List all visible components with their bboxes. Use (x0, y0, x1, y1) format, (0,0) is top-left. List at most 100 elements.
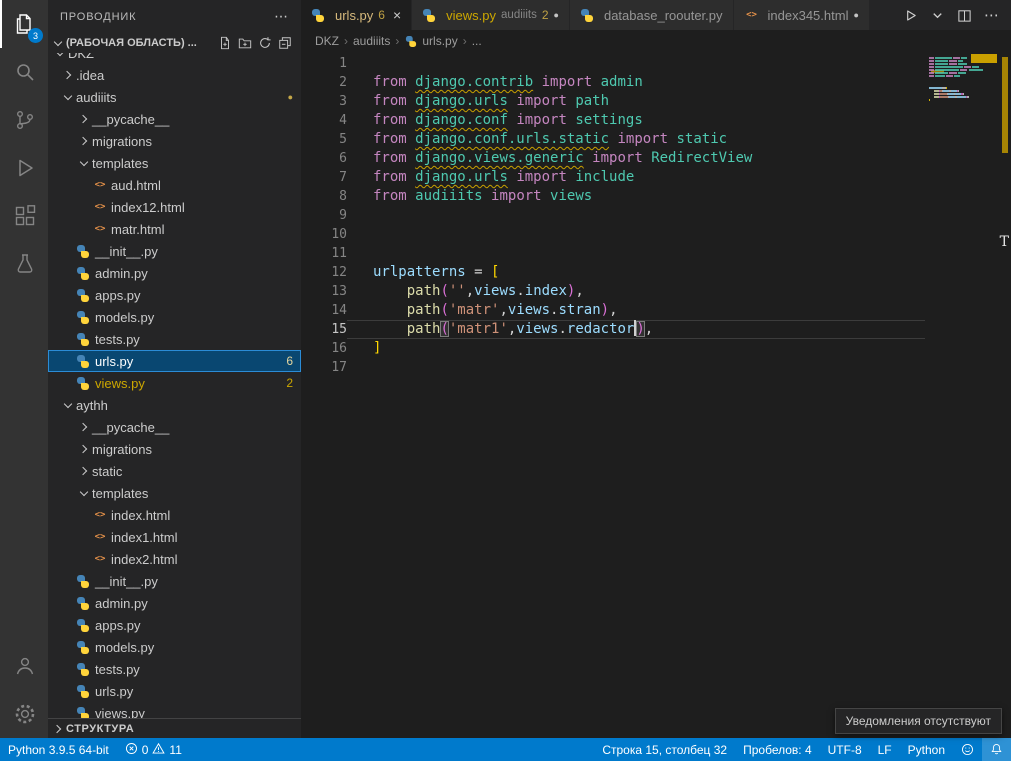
code-line[interactable]: 16] (301, 339, 1011, 358)
tree-item-urls-py[interactable]: urls.py (48, 680, 301, 702)
code-line[interactable]: 5from django.conf.urls.static import sta… (301, 130, 1011, 149)
tree-item-audiiits[interactable]: audiiits● (48, 86, 301, 108)
tree-item--init-py[interactable]: __init__.py (48, 570, 301, 592)
code-line[interactable]: 2from django.contrib import admin (301, 73, 1011, 92)
tree-item-templates[interactable]: templates (48, 482, 301, 504)
tree-item-models-py[interactable]: models.py (48, 306, 301, 328)
tree-item-views-py[interactable]: views.py2 (48, 372, 301, 394)
new-file-icon[interactable] (216, 35, 233, 52)
tree-item-aud-html[interactable]: <>aud.html (48, 174, 301, 196)
outline-section-header[interactable]: СТРУКТУРА (48, 718, 301, 738)
activity-bar-source-control-icon[interactable] (0, 96, 48, 144)
code-line[interactable]: 15 path('matr1',views.redactor), (301, 320, 1011, 339)
code-line[interactable]: 3from django.urls import path (301, 92, 1011, 111)
tree-item-index12-html[interactable]: <>index12.html (48, 196, 301, 218)
notifications-bell-icon[interactable] (982, 738, 1011, 761)
code-line[interactable]: 12urlpatterns = [ (301, 263, 1011, 282)
tree-item-admin-py[interactable]: admin.py (48, 592, 301, 614)
activity-bar-run-and-debug-icon[interactable] (0, 144, 48, 192)
tree-item-urls-py[interactable]: urls.py6 (48, 350, 301, 372)
tree-item-matr-html[interactable]: <>matr.html (48, 218, 301, 240)
minimap[interactable] (929, 54, 997, 105)
tree-item-models-py[interactable]: models.py (48, 636, 301, 658)
run-dropdown-icon[interactable] (930, 8, 945, 23)
activity-bar-extensions-icon[interactable] (0, 192, 48, 240)
tree-item-tests-py[interactable]: tests.py (48, 658, 301, 680)
feedback-smiley-icon[interactable] (953, 738, 982, 761)
tree-item-index1-html[interactable]: <>index1.html (48, 526, 301, 548)
code-token (407, 74, 415, 90)
new-folder-icon[interactable] (236, 35, 253, 52)
tree-item-aythh[interactable]: aythh (48, 394, 301, 416)
line-number: 7 (301, 168, 347, 187)
editor-more-actions-icon[interactable]: ⋯ (984, 6, 999, 24)
breadcrumb-item[interactable]: audiiits (353, 34, 390, 48)
sidebar-more-actions-icon[interactable]: ⋯ (274, 8, 289, 25)
language-mode-indicator[interactable]: Python (900, 738, 953, 761)
tree-item-dkz[interactable]: DKZ (48, 53, 301, 64)
eol-indicator[interactable]: LF (870, 738, 900, 761)
editor-tab-index345-html[interactable]: <>index345.html● (734, 0, 870, 30)
activity-bar-explorer-icon[interactable]: 3 (0, 0, 48, 48)
cursor-position-indicator[interactable]: Строка 15, столбец 32 (594, 738, 735, 761)
editor-tab-urls-py[interactable]: urls.py6× (301, 0, 412, 30)
encoding-indicator[interactable]: UTF-8 (820, 738, 870, 761)
activity-bar-testing-icon[interactable] (0, 240, 48, 288)
workspace-section-header[interactable]: (РАБОЧАЯ ОБЛАСТЬ) ... (48, 33, 301, 53)
tree-item-apps-py[interactable]: apps.py (48, 614, 301, 636)
activity-bar-search-icon[interactable] (0, 48, 48, 96)
tree-item--pycache-[interactable]: __pycache__ (48, 416, 301, 438)
tree-item-admin-py[interactable]: admin.py (48, 262, 301, 284)
code-line[interactable]: 9 (301, 206, 1011, 225)
refresh-explorer-icon[interactable] (256, 35, 273, 52)
close-icon[interactable]: × (393, 7, 401, 23)
split-editor-button-icon[interactable] (957, 8, 972, 23)
run-button-icon[interactable] (903, 8, 918, 23)
tree-item--pycache-[interactable]: __pycache__ (48, 108, 301, 130)
tree-item-static[interactable]: static (48, 460, 301, 482)
code-line[interactable]: 13 path('',views.index), (301, 282, 1011, 301)
line-content: path('matr1',views.redactor), (347, 320, 925, 339)
breadcrumb-item[interactable]: urls.py (404, 34, 457, 48)
indentation-indicator[interactable]: Пробелов: 4 (735, 738, 820, 761)
python-file-icon (311, 9, 325, 22)
breadcrumb-item[interactable]: ... (472, 34, 482, 48)
tree-item-index-html[interactable]: <>index.html (48, 504, 301, 526)
breadcrumb-item[interactable]: DKZ (315, 34, 339, 48)
code-editor[interactable]: 12from django.contrib import admin3from … (301, 52, 1011, 738)
code-line[interactable]: 6from django.views.generic import Redire… (301, 149, 1011, 168)
editor-tab-views-py[interactable]: views.pyaudiiits2● (412, 0, 570, 30)
code-token: from (373, 93, 407, 109)
code-line[interactable]: 8from audiiits import views (301, 187, 1011, 206)
code-line[interactable]: 10 (301, 225, 1011, 244)
tree-item-templates[interactable]: templates (48, 152, 301, 174)
tree-item--idea[interactable]: .idea (48, 64, 301, 86)
tree-item-migrations[interactable]: migrations (48, 438, 301, 460)
code-line[interactable]: 7from django.urls import include (301, 168, 1011, 187)
activity-bar-accounts-icon[interactable] (0, 642, 48, 690)
minimap-highlight (971, 54, 997, 63)
code-token: ) (636, 321, 644, 337)
code-line[interactable]: 17 (301, 358, 1011, 377)
problems-indicator[interactable]: 0 11 (117, 738, 190, 761)
python-interpreter-indicator[interactable]: Python 3.9.5 64-bit (0, 738, 117, 761)
activity-bar-settings-icon[interactable] (0, 690, 48, 738)
tree-item-label: __init__.py (95, 574, 158, 589)
tree-item-index2-html[interactable]: <>index2.html (48, 548, 301, 570)
code-token: import (617, 131, 668, 147)
minimap-segment (940, 93, 947, 95)
minimap-line (929, 63, 997, 65)
code-token: path (407, 321, 441, 337)
code-line[interactable]: 14 path('matr',views.stran), (301, 301, 1011, 320)
tree-item-migrations[interactable]: migrations (48, 130, 301, 152)
code-line[interactable]: 11 (301, 244, 1011, 263)
code-line[interactable]: 1 (301, 54, 1011, 73)
tree-item-apps-py[interactable]: apps.py (48, 284, 301, 306)
tree-item--init-py[interactable]: __init__.py (48, 240, 301, 262)
collapse-folders-icon[interactable] (276, 35, 293, 52)
python-file-icon (76, 267, 90, 280)
code-line[interactable]: 4from django.conf import settings (301, 111, 1011, 130)
tree-item-tests-py[interactable]: tests.py (48, 328, 301, 350)
editor-tab-database-roouter-py[interactable]: database_roouter.py (570, 0, 734, 30)
code-token: , (645, 321, 653, 337)
